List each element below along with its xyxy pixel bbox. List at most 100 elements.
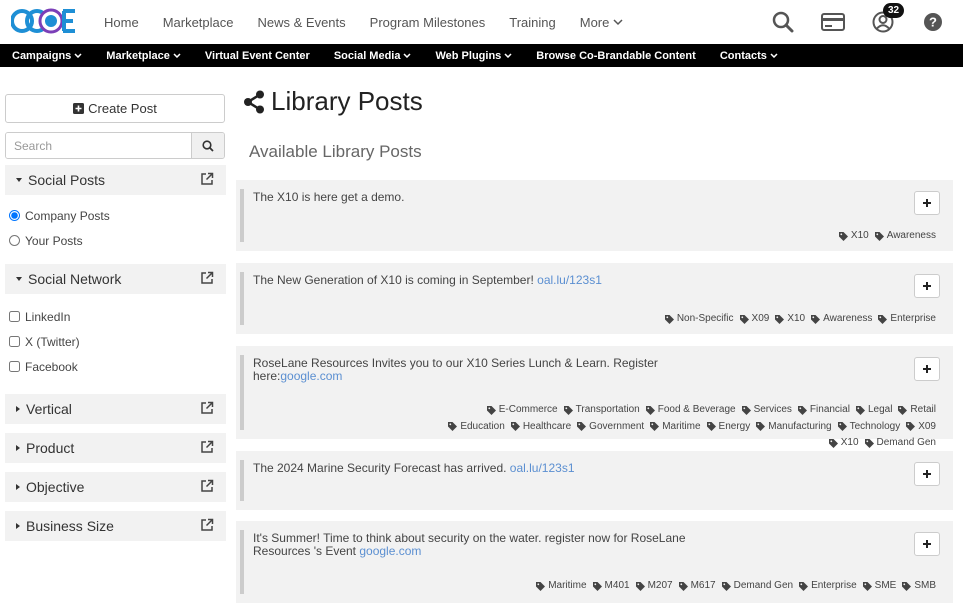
tag-icon	[799, 581, 809, 591]
tag-icon	[902, 581, 912, 591]
tag-badge[interactable]: Technology	[837, 420, 900, 434]
tag-badge[interactable]: X09	[739, 312, 769, 326]
add-post-button[interactable]	[914, 462, 940, 486]
checkbox-input[interactable]	[9, 336, 20, 347]
radio-your-posts[interactable]: Your Posts	[5, 228, 226, 253]
tag-badge[interactable]: Demand Gen	[721, 579, 793, 593]
page-title: Library Posts	[243, 86, 423, 117]
library-post-card: The New Generation of X10 is coming in S…	[236, 263, 953, 334]
plus-icon	[923, 199, 931, 207]
user-notifications-button[interactable]: 32	[871, 3, 905, 34]
post-accent-bar	[240, 460, 244, 501]
panel-product[interactable]: Product	[5, 433, 226, 463]
search-input[interactable]	[6, 133, 191, 158]
search-icon[interactable]	[771, 10, 795, 34]
external-link-icon[interactable]	[200, 479, 214, 493]
checkbox-linkedin[interactable]: LinkedIn	[5, 304, 226, 329]
panel-business-size[interactable]: Business Size	[5, 511, 226, 541]
post-link[interactable]: google.com	[280, 369, 342, 383]
add-post-button[interactable]	[914, 357, 940, 381]
tag-badge[interactable]: Legal	[855, 403, 892, 417]
nav-more[interactable]: More	[580, 15, 624, 30]
nav-training[interactable]: Training	[509, 15, 555, 30]
tag-badge[interactable]: X09	[906, 420, 936, 434]
subnav-item[interactable]: Campaigns	[12, 50, 82, 62]
tag-badge[interactable]: Non-Specific	[664, 312, 734, 326]
tag-badge[interactable]: Retail	[898, 403, 936, 417]
tag-badge[interactable]: X10	[775, 312, 805, 326]
tag-badge[interactable]: Enterprise	[878, 312, 936, 326]
panel-vertical[interactable]: Vertical	[5, 394, 226, 424]
add-post-button[interactable]	[914, 274, 940, 298]
tag-badge[interactable]: Maritime	[536, 579, 587, 593]
nav-program-milestones[interactable]: Program Milestones	[370, 15, 486, 30]
add-post-button[interactable]	[914, 532, 940, 556]
tag-badge[interactable]: Food & Beverage	[645, 403, 736, 417]
radio-input[interactable]	[9, 210, 20, 221]
tag-badge[interactable]: Government	[577, 420, 644, 434]
credit-card-icon[interactable]	[821, 10, 845, 34]
tag-badge[interactable]: Enterprise	[799, 579, 857, 593]
post-link[interactable]: oal.lu/123s1	[537, 273, 602, 287]
post-body: The New Generation of X10 is coming in S…	[253, 273, 538, 287]
post-link[interactable]: oal.lu/123s1	[510, 461, 575, 475]
external-link-icon[interactable]	[200, 518, 214, 532]
search-button[interactable]	[191, 133, 224, 158]
add-post-button[interactable]	[914, 191, 940, 215]
nav-home[interactable]: Home	[104, 15, 139, 30]
top-navbar: Home Marketplace News & Events Program M…	[0, 0, 963, 44]
tag-label: Enterprise	[890, 313, 936, 324]
tag-badge[interactable]: Transportation	[563, 403, 640, 417]
panel-social-posts[interactable]: Social Posts	[5, 165, 226, 195]
tag-badge[interactable]: X10	[838, 229, 869, 243]
panel-social-network[interactable]: Social Network	[5, 264, 226, 294]
radio-input[interactable]	[9, 235, 20, 246]
radio-company-posts[interactable]: Company Posts	[5, 203, 226, 228]
tag-badge[interactable]: Manufacturing	[756, 420, 832, 434]
external-link-icon[interactable]	[200, 271, 214, 285]
tag-badge[interactable]: Financial	[797, 403, 850, 417]
tag-badge[interactable]: M401	[592, 579, 630, 593]
checkbox-input[interactable]	[9, 361, 20, 372]
external-link-icon[interactable]	[200, 172, 214, 186]
checkbox-x-twitter[interactable]: X (Twitter)	[5, 329, 226, 354]
tag-badge[interactable]: E-Commerce	[486, 403, 558, 417]
tag-badge[interactable]: Energy	[706, 420, 750, 434]
post-body: The 2024 Marine Security Forecast has ar…	[253, 461, 510, 475]
plus-square-icon	[73, 103, 85, 114]
subnav-item[interactable]: Social Media	[334, 50, 412, 62]
post-link[interactable]: google.com	[359, 544, 421, 558]
checkbox-input[interactable]	[9, 311, 20, 322]
app-logo[interactable]	[11, 4, 77, 38]
tag-badge[interactable]: Demand Gen	[864, 436, 936, 450]
tag-badge[interactable]: Awareness	[811, 312, 872, 326]
tag-badge[interactable]: X10	[828, 436, 859, 450]
help-icon[interactable]: ?	[921, 10, 945, 34]
tag-badge[interactable]: Services	[741, 403, 792, 417]
tag-badge[interactable]: Education	[448, 420, 505, 434]
subnav-item[interactable]: Browse Co-Brandable Content	[536, 50, 696, 62]
tag-badge[interactable]: M207	[635, 579, 673, 593]
tag-badge[interactable]: Maritime	[650, 420, 701, 434]
tag-badge[interactable]: M617	[678, 579, 716, 593]
tag-icon	[706, 422, 716, 431]
subnav-item[interactable]: Virtual Event Center	[205, 50, 310, 62]
tag-badge[interactable]: SMB	[902, 579, 936, 593]
subnav-item[interactable]: Contacts	[720, 50, 778, 62]
tag-badge[interactable]: SME	[862, 579, 896, 593]
external-link-icon[interactable]	[200, 401, 214, 415]
subnav-item[interactable]: Web Plugins	[435, 50, 512, 62]
tag-label: Non-Specific	[676, 313, 734, 324]
checkbox-facebook[interactable]: Facebook	[5, 354, 226, 379]
tag-badge[interactable]: Awareness	[874, 229, 936, 243]
nav-marketplace[interactable]: Marketplace	[163, 15, 234, 30]
panel-objective[interactable]: Objective	[5, 472, 226, 502]
tag-badge[interactable]: Healthcare	[510, 420, 571, 434]
external-link-icon[interactable]	[200, 440, 214, 454]
nav-news-events[interactable]: News & Events	[258, 15, 346, 30]
post-tags: Maritime M401 M207 M617 Demand Gen Enterprise…	[530, 579, 936, 596]
create-post-button[interactable]: Create Post	[5, 94, 225, 123]
caret-right-icon	[16, 445, 20, 451]
option-label: X (Twitter)	[25, 334, 80, 349]
subnav-item[interactable]: Marketplace	[106, 50, 181, 62]
